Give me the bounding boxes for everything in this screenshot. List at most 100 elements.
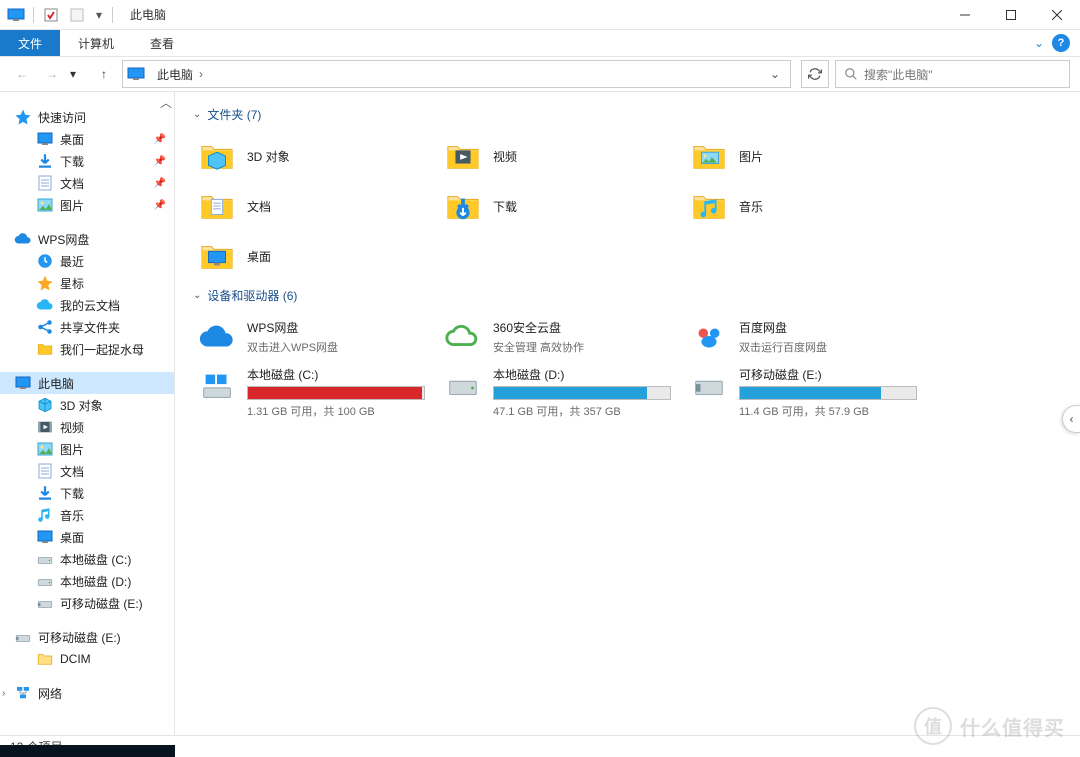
- tree-item[interactable]: 本地磁盘 (C:): [0, 548, 174, 570]
- doc-icon: [36, 462, 54, 480]
- star-icon: [36, 274, 54, 292]
- drive-item[interactable]: 可移动磁盘 (E:) 11.4 GB 可用，共 57.9 GB: [685, 362, 931, 423]
- chevron-down-icon: ⌄: [193, 109, 201, 120]
- tree-item[interactable]: 可移动磁盘 (E:): [0, 592, 174, 614]
- search-input[interactable]: 搜索"此电脑": [835, 60, 1070, 88]
- folder-name: 音乐: [739, 198, 763, 215]
- tree-root-wpsroot[interactable]: WPS网盘: [0, 228, 174, 250]
- drive-item[interactable]: 本地磁盘 (D:) 47.1 GB 可用，共 357 GB: [439, 362, 685, 423]
- tree-root-usb[interactable]: 可移动磁盘 (E:): [0, 626, 174, 648]
- drive-sub: 双击运行百度网盘: [739, 339, 827, 355]
- folder-item[interactable]: 文档: [193, 181, 439, 231]
- breadcrumb-root[interactable]: 此电脑: [153, 66, 197, 83]
- drive-sub: 安全管理 高效协作: [493, 339, 584, 355]
- minimize-button[interactable]: [942, 0, 988, 30]
- tab-view[interactable]: 查看: [132, 30, 192, 56]
- tree-item[interactable]: 共享文件夹: [0, 316, 174, 338]
- nav-back-button[interactable]: ←: [10, 62, 34, 86]
- close-button[interactable]: [1034, 0, 1080, 30]
- tree-label: DCIM: [60, 652, 91, 666]
- pin-icon: 📌: [154, 134, 166, 145]
- tree-item[interactable]: 最近: [0, 250, 174, 272]
- sidebar: ︿ 快速访问桌面📌下载📌文档📌图片📌 WPS网盘最近星标我的云文档共享文件夹我们…: [0, 92, 175, 735]
- folder-item[interactable]: 图片: [685, 131, 931, 181]
- tree-item[interactable]: 音乐: [0, 504, 174, 526]
- tree-item[interactable]: 下载: [0, 482, 174, 504]
- tree-item[interactable]: 我们一起捉水母: [0, 338, 174, 360]
- tree-item[interactable]: 图片: [0, 438, 174, 460]
- chevron-down-icon[interactable]: ▾: [92, 4, 106, 26]
- search-icon: [844, 67, 858, 81]
- folder-item[interactable]: 视频: [439, 131, 685, 181]
- usb-icon: [36, 594, 54, 612]
- tree-root-network[interactable]: ›网络: [0, 682, 174, 704]
- video-icon: [36, 418, 54, 436]
- folder-icon: [689, 136, 729, 176]
- pc-icon: [127, 67, 145, 81]
- decorative-strip: [0, 745, 175, 757]
- tree-label: 我们一起捉水母: [60, 341, 144, 358]
- tree-label: 我的云文档: [60, 297, 120, 314]
- music-icon: [36, 506, 54, 524]
- folder-icon: [36, 340, 54, 358]
- 360-icon: [443, 317, 483, 357]
- tree-item[interactable]: 视频: [0, 416, 174, 438]
- drive-name: 360安全云盘: [493, 319, 584, 336]
- address-bar[interactable]: 此电脑 › ⌄: [122, 60, 791, 88]
- tree-item[interactable]: 下载📌: [0, 150, 174, 172]
- quick-access-dropdown-icon[interactable]: [66, 4, 88, 26]
- section-folders-header[interactable]: ⌄ 文件夹 (7): [193, 106, 1062, 123]
- cloud-drive-item[interactable]: 360安全云盘 安全管理 高效协作: [439, 312, 685, 362]
- folder-item[interactable]: 下载: [439, 181, 685, 231]
- tree-label: 星标: [60, 275, 84, 292]
- tree-label: WPS网盘: [38, 231, 89, 248]
- tree-item[interactable]: 3D 对象: [0, 394, 174, 416]
- folder-item[interactable]: 3D 对象: [193, 131, 439, 181]
- quick-access-prop-icon[interactable]: [40, 4, 62, 26]
- tree-item[interactable]: 桌面📌: [0, 128, 174, 150]
- pin-icon: 📌: [154, 178, 166, 189]
- clock-icon: [36, 252, 54, 270]
- folder-item[interactable]: 音乐: [685, 181, 931, 231]
- tree-item[interactable]: 文档: [0, 460, 174, 482]
- folder-item[interactable]: 桌面: [193, 231, 439, 281]
- drive-free: 11.4 GB 可用，共 57.9 GB: [739, 403, 917, 419]
- section-drives-header[interactable]: ⌄ 设备和驱动器 (6): [193, 287, 1062, 304]
- folder-icon: [443, 186, 483, 226]
- nav-forward-button[interactable]: →: [40, 62, 64, 86]
- tab-file[interactable]: 文件: [0, 30, 60, 56]
- tree-item[interactable]: DCIM: [0, 648, 174, 670]
- address-dropdown-icon[interactable]: ⌄: [764, 67, 786, 81]
- tree-item[interactable]: 星标: [0, 272, 174, 294]
- section-drives-title: 设备和驱动器 (6): [207, 287, 297, 304]
- doc-icon: [36, 174, 54, 192]
- cloud-drive-item[interactable]: WPS网盘 双击进入WPS网盘: [193, 312, 439, 362]
- tree-root-thispc[interactable]: 此电脑: [0, 372, 174, 394]
- drive-item[interactable]: 本地磁盘 (C:) 1.31 GB 可用，共 100 GB: [193, 362, 439, 423]
- folder-name: 下载: [493, 198, 517, 215]
- tree-label: 桌面: [60, 529, 84, 546]
- tree-item[interactable]: 我的云文档: [0, 294, 174, 316]
- tree-item[interactable]: 文档 📌: [0, 172, 174, 194]
- help-icon[interactable]: ?: [1052, 34, 1070, 52]
- nav-up-button[interactable]: ↑: [92, 62, 116, 86]
- tree-root-quick[interactable]: 快速访问: [0, 106, 174, 128]
- 3d-icon: [36, 396, 54, 414]
- folder-name: 3D 对象: [247, 148, 290, 165]
- tree-label: 文档: [60, 175, 84, 192]
- tree-label: 文档: [60, 463, 84, 480]
- ribbon-expand-icon[interactable]: ⌄: [1034, 36, 1044, 50]
- tree-label: 下载: [60, 485, 84, 502]
- chevron-right-icon[interactable]: ›: [197, 67, 205, 81]
- maximize-button[interactable]: [988, 0, 1034, 30]
- tree-item[interactable]: 本地磁盘 (D:): [0, 570, 174, 592]
- tree-item[interactable]: 图片📌: [0, 194, 174, 216]
- cloud-drive-item[interactable]: 百度网盘 双击运行百度网盘: [685, 312, 931, 362]
- pin-icon: 📌: [154, 200, 166, 211]
- refresh-button[interactable]: [801, 60, 829, 88]
- nav-history-button[interactable]: ▾: [70, 67, 86, 81]
- tree-item[interactable]: 桌面: [0, 526, 174, 548]
- tree-label: 视频: [60, 419, 84, 436]
- tab-computer[interactable]: 计算机: [60, 30, 132, 56]
- expand-icon[interactable]: ›: [2, 688, 14, 699]
